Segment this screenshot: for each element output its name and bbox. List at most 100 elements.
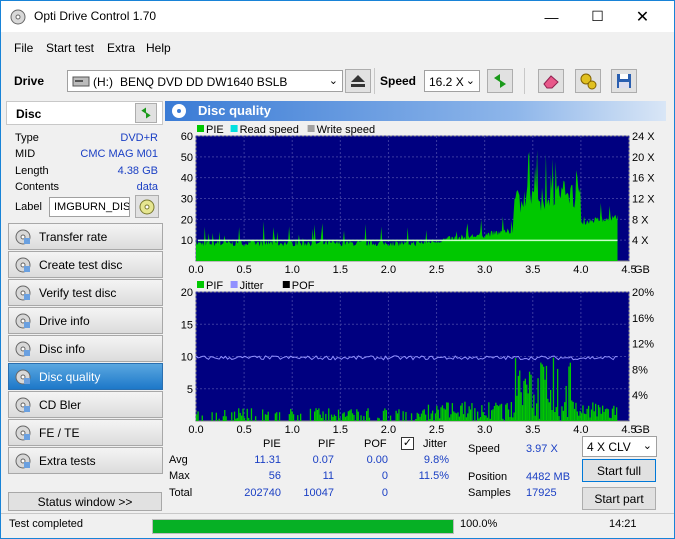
pif-bar (346, 415, 348, 421)
x-unit-label: GB (634, 264, 650, 276)
stats-avg-label: Avg (169, 454, 188, 466)
y-tick-label: 60 (181, 131, 193, 143)
y-tick-label: 20 (181, 214, 193, 226)
pif-bar (318, 408, 320, 421)
x-tick-label: 2.0 (381, 264, 396, 276)
pif-bar (464, 401, 466, 421)
pif-bar (344, 416, 347, 421)
nav-extra-tests[interactable]: Extra tests (8, 447, 163, 474)
pif-bar (519, 370, 521, 421)
pif-bar (356, 409, 358, 421)
y2-tick-label: 16 X (632, 173, 655, 185)
pif-bar (396, 413, 399, 421)
cd-bler-icon (15, 397, 31, 413)
start-full-button[interactable]: Start full (582, 459, 656, 482)
jitter-checkbox[interactable]: ✓ (401, 437, 414, 450)
pif-bar (471, 403, 473, 421)
pif-bar (565, 386, 567, 421)
drive-select[interactable]: (H:) BENQ DVD DD DW1640 BSLB ⌄ (67, 70, 343, 92)
pif-bar (367, 408, 369, 421)
disc-info-icon (15, 341, 31, 357)
stats-avg-pof: 0.00 (366, 454, 388, 466)
nav-disc-quality[interactable]: Disc quality (8, 363, 163, 390)
pif-bar (561, 406, 563, 421)
pif-bar (330, 414, 333, 421)
clv-select[interactable]: 4 X CLV ⌄ (582, 436, 657, 457)
x-tick-label: 0.0 (188, 264, 203, 276)
status-time: 14:21 (609, 518, 637, 530)
nav-cd-bler[interactable]: CD Bler (8, 391, 163, 418)
pif-bar (551, 410, 553, 421)
disc-label-field[interactable]: IMGBURN_DIS (49, 197, 130, 217)
pif-bar (597, 405, 600, 421)
eraser-icon (543, 75, 559, 89)
nav-drive-info[interactable]: Drive info (8, 307, 163, 334)
eject-button[interactable] (345, 69, 371, 93)
settings-button[interactable] (575, 69, 601, 93)
pif-bar (514, 358, 517, 421)
nav-verify-test-disc[interactable]: Verify test disc (8, 279, 163, 306)
pif-bar (510, 402, 512, 421)
menu-extra[interactable]: Extra (107, 41, 135, 55)
pif-bar (218, 418, 220, 421)
pif-bar (568, 366, 570, 421)
pif-bar (507, 409, 510, 421)
pif-bar (231, 412, 233, 421)
status-window-button[interactable]: Status window >> (8, 492, 162, 511)
panel-title: Disc quality (198, 103, 271, 118)
pif-bar (382, 410, 385, 421)
disc-label-button[interactable] (135, 195, 159, 218)
stats-total-label: Total (169, 487, 193, 499)
drive-info-icon (15, 313, 31, 329)
pif-bar (495, 402, 497, 421)
pif-bar (402, 411, 404, 421)
legend-label-write-speed: Write speed (317, 124, 376, 136)
stats-max-pie: 56 (268, 470, 281, 482)
pif-bar (211, 412, 213, 421)
legend-label-pie: PIE (206, 124, 224, 136)
pif-bar (368, 417, 371, 421)
pif-bar (236, 418, 238, 421)
pif-bar (447, 402, 449, 421)
pif-bar (439, 418, 441, 421)
pif-bar (432, 410, 434, 421)
status-text: Test completed (9, 518, 83, 530)
pif-bar (357, 411, 359, 421)
legend-label-read-speed: Read speed (240, 124, 299, 136)
menu-start-test[interactable]: Start test (46, 41, 94, 55)
pif-bar (422, 410, 424, 421)
pif-bar (506, 403, 508, 421)
save-button[interactable] (611, 69, 637, 93)
nav-create-test-disc[interactable]: Create test disc (8, 251, 163, 278)
pif-bar (239, 412, 241, 421)
nav-fe-te[interactable]: FE / TE (8, 419, 163, 446)
close-button[interactable]: ✕ (620, 1, 665, 32)
pif-bar (573, 408, 576, 421)
y-tick-label: 10 (181, 235, 193, 247)
refresh-speed-button[interactable] (487, 69, 513, 93)
minimize-button[interactable]: — (529, 1, 574, 32)
disc-refresh-button[interactable] (135, 103, 157, 123)
pif-bar (337, 409, 340, 421)
pif-bar (332, 416, 334, 421)
status-bar: Test completed 100.0% 14:21 (1, 513, 674, 538)
maximize-button[interactable]: ☐ (575, 1, 620, 32)
stats-avg-pif: 0.07 (312, 454, 334, 466)
pif-bar (437, 409, 439, 421)
pif-bar (469, 409, 472, 421)
nav-transfer-rate[interactable]: Transfer rate (8, 223, 163, 250)
menu-help[interactable]: Help (146, 41, 171, 55)
pif-bar (309, 408, 312, 421)
pif-bar (274, 413, 276, 421)
pif-bar (528, 371, 531, 421)
pif-bar (488, 402, 490, 421)
nav-disc-info[interactable]: Disc info (8, 335, 163, 362)
erase-button[interactable] (538, 69, 564, 93)
pif-bar (554, 412, 556, 421)
disc-header-title: Disc (16, 107, 42, 121)
menu-file[interactable]: File (14, 41, 33, 55)
start-part-button[interactable]: Start part (582, 487, 656, 510)
speed-select[interactable]: 16.2 X ⌄ (424, 70, 480, 92)
position-value: 4482 MB (526, 471, 571, 483)
pif-bar (474, 408, 476, 421)
